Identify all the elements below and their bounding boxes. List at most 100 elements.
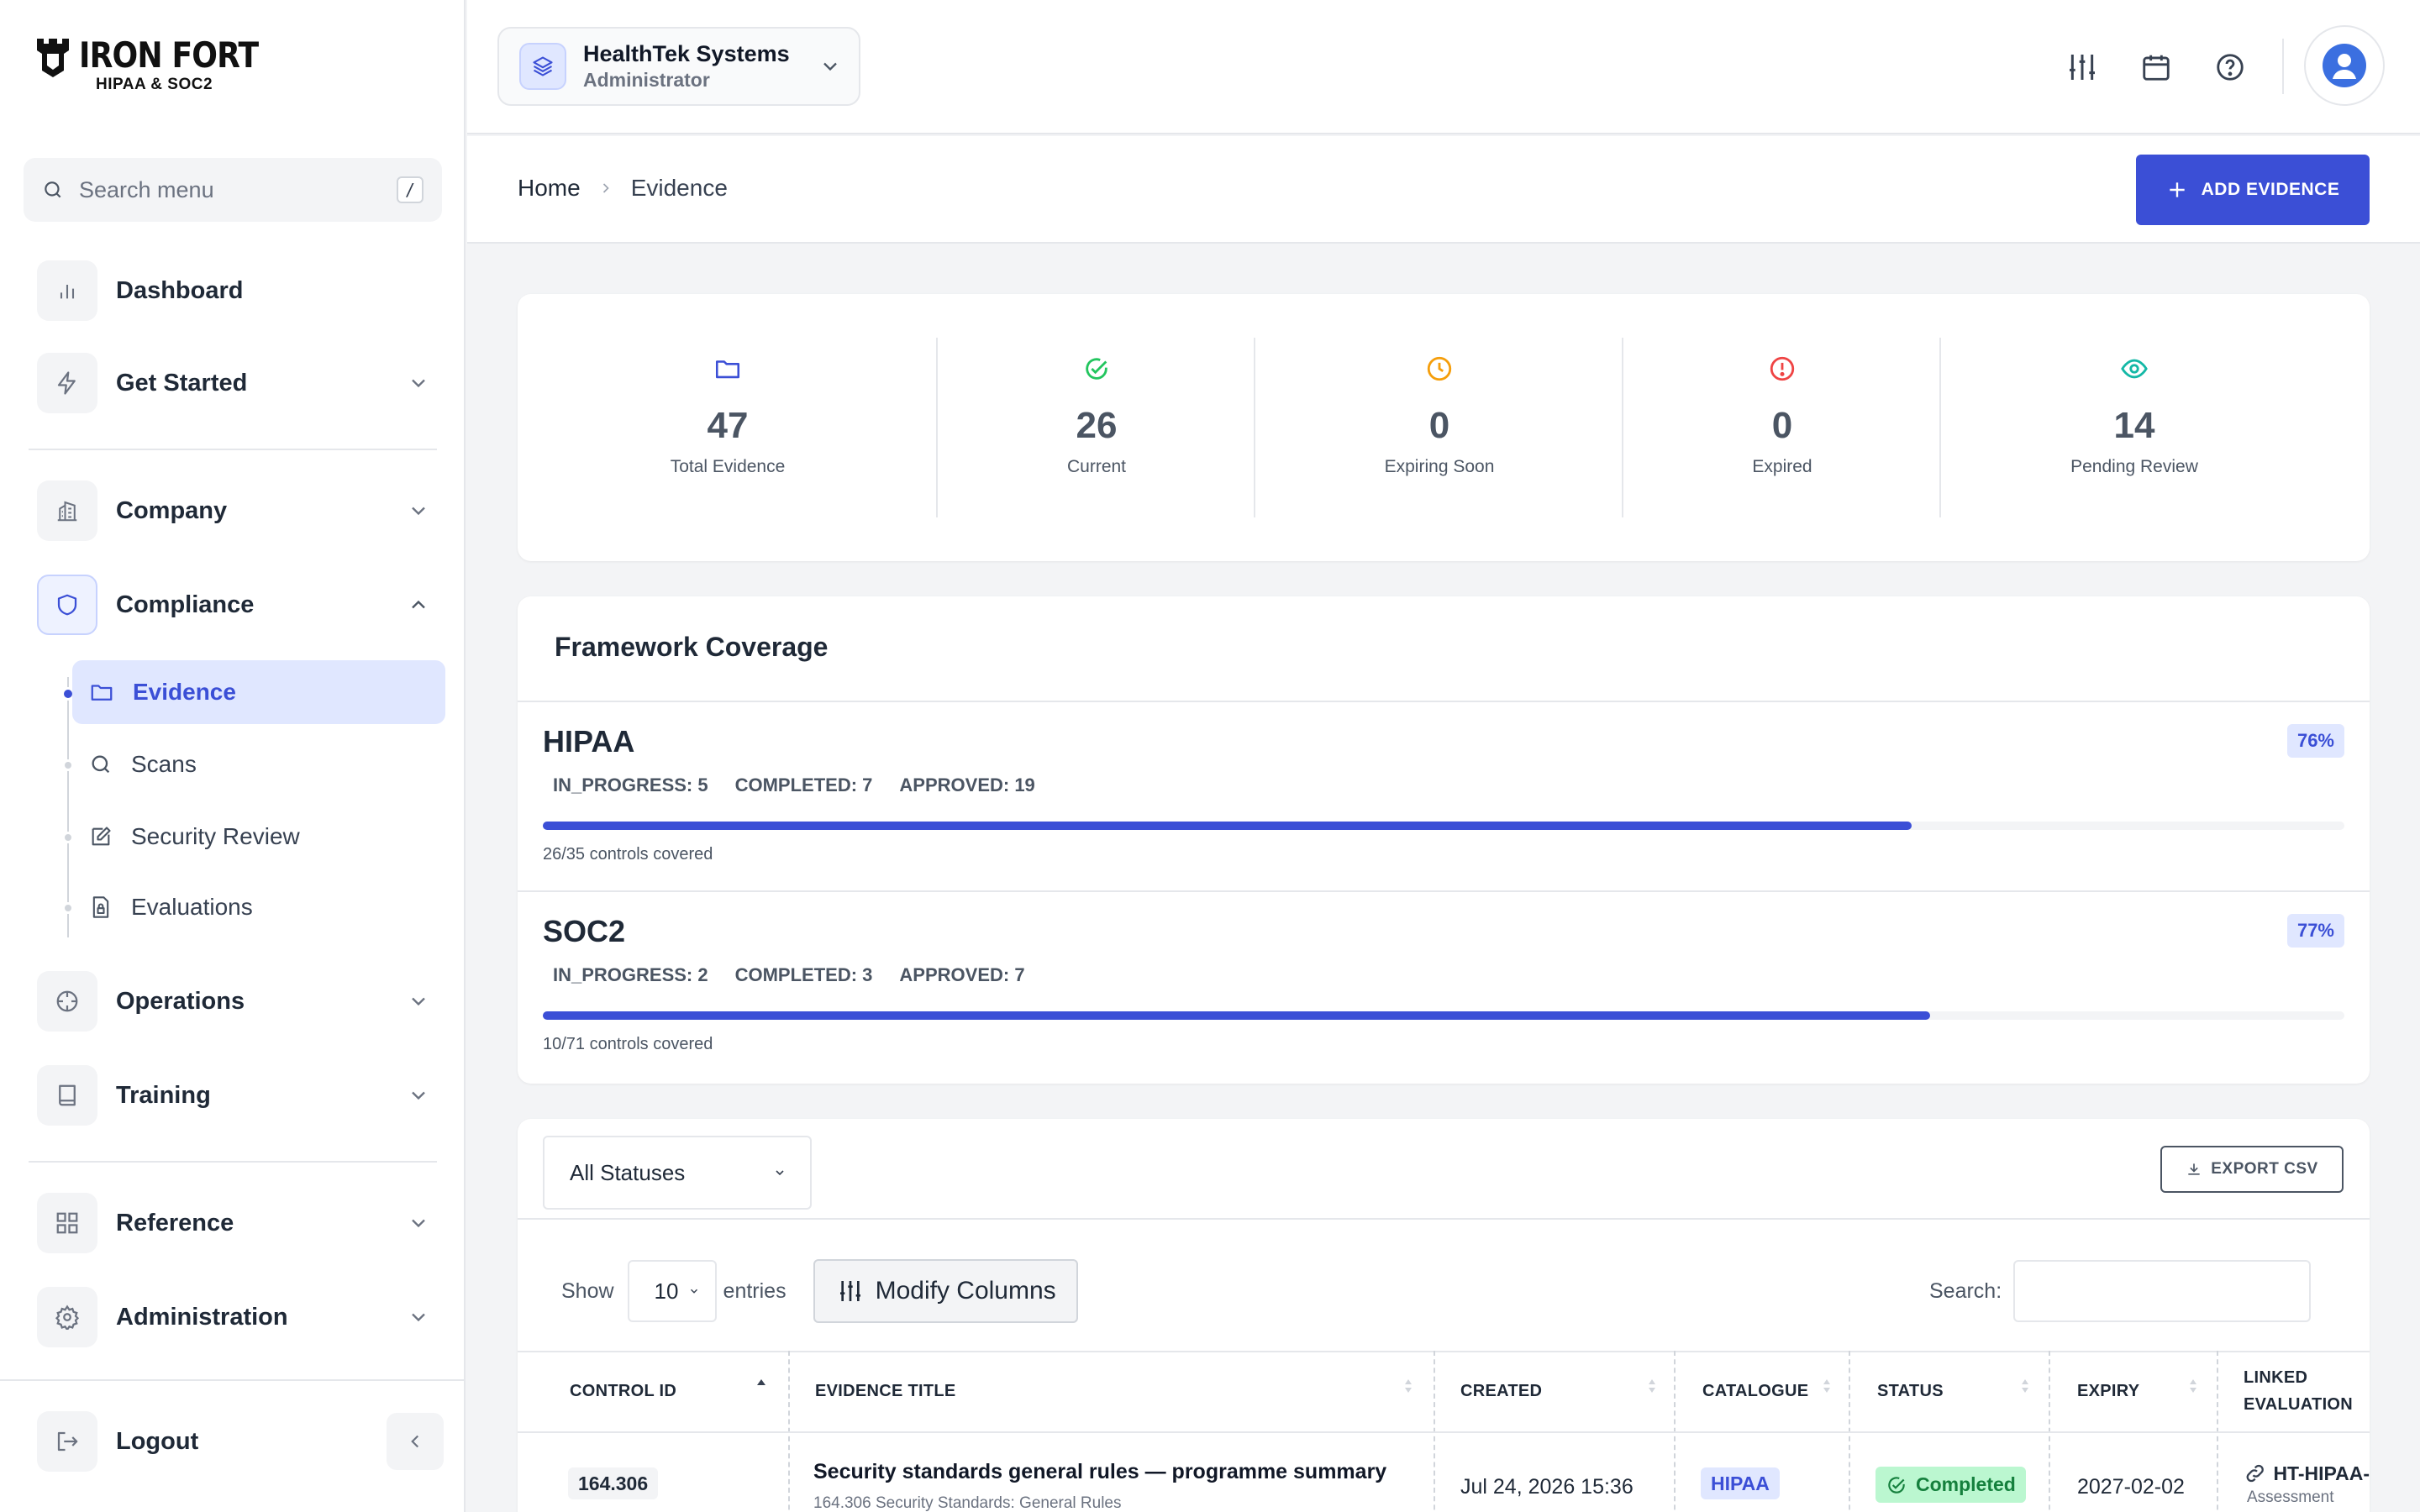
section-title: Framework Coverage [555,632,829,662]
shortcut-key: / [397,176,424,203]
edit-icon [92,827,111,846]
sidebar-item-operations[interactable]: Operations [37,971,442,1032]
brand-logo[interactable]: IRON FORT HIPAA & SOC2 [35,37,287,94]
stat-label: Expiring Soon [1384,457,1495,476]
stat-current: 26 Current [938,338,1255,517]
stat-label: Current [1066,457,1127,476]
building-icon [57,501,77,522]
sidebar-item-label: Company [116,496,228,524]
add-evidence-label: ADD EVIDENCE [2201,180,2340,199]
coverage-progress-fill [543,822,1912,830]
org-switcher[interactable]: HealthTek Systems Administrator [497,27,860,106]
sidebar-item-compliance[interactable]: Compliance [37,575,442,635]
eye-icon [2121,359,2148,379]
table-cell-evidence-title[interactable]: Security standards general rules — progr… [813,1460,1386,1512]
column-header-catalogue[interactable]: CATALOGUE [1702,1351,1808,1431]
sidebar-item-scans[interactable]: Scans [72,732,445,796]
stat-label: Pending Review [2070,457,2198,476]
collapse-sidebar-button[interactable] [387,1413,444,1470]
export-csv-button[interactable]: EXPORT CSV [2160,1146,2344,1193]
org-name: HealthTek Systems [583,41,790,66]
divider [518,1218,2370,1220]
stat-value: 0 [1428,405,1450,446]
nav-icon-wrap [37,1411,97,1472]
sidebar-item-logout[interactable]: Logout [37,1411,373,1472]
column-header-evidence-title[interactable]: EVIDENCE TITLE [815,1351,956,1431]
grid-icon [56,1212,78,1234]
check-circle-icon [1086,358,1107,380]
sidebar-item-administration[interactable]: Administration [37,1287,442,1347]
sidebar-item-dashboard[interactable]: Dashboard [37,260,442,321]
evidence-subtitle: 164.306 Security Standards: General Rule… [813,1494,1122,1512]
help-button[interactable] [2210,47,2250,87]
stat-expired: 0 Expired [1623,338,1941,517]
table-search: Search: [1929,1260,2312,1322]
chevron-down-icon [412,507,425,516]
column-header-linked-evaluation[interactable]: LINKED EVALUATION [2244,1351,2353,1431]
column-header-control-id[interactable]: CONTROL ID [570,1351,676,1431]
layers-icon [533,56,553,76]
status-filter-select[interactable]: All Statuses [543,1136,812,1210]
plus-icon [2169,182,2185,197]
divider [518,701,2370,702]
divider [29,449,437,450]
column-header-created[interactable]: CREATED [1460,1351,1542,1431]
completed-count: COMPLETED: 3 [734,964,873,985]
sort-icon [1405,1379,1412,1393]
file-lock-icon [92,896,109,918]
control-id-tag: 164.306 [568,1467,659,1499]
book-icon [59,1084,76,1106]
breadcrumb-current: Evidence [630,175,728,201]
brand-subtitle: HIPAA & SOC2 [96,76,213,93]
add-evidence-button[interactable]: ADD EVIDENCE [2136,155,2370,225]
sort-icon [1823,1379,1830,1393]
sliders-icon [839,1281,860,1301]
sidebar-item-evidence[interactable]: Evidence [72,660,445,724]
settings-sliders-button[interactable] [2062,47,2102,87]
sidebar-item-security-review[interactable]: Security Review [72,805,445,869]
brand-name: IRON FORT [79,34,259,76]
sidebar-item-evaluations[interactable]: Evaluations [72,875,445,939]
linked-evaluation-link[interactable]: HT-HIPAA- [2244,1462,2370,1485]
stat-label: Expired [1752,457,1812,476]
framework-hipaa: HIPAA 76% IN_PROGRESS: 5 COMPLETED: 7 AP… [543,724,2344,864]
folder-icon [91,685,113,701]
sidebar-item-label: Operations [116,987,245,1015]
sidebar-item-company[interactable]: Company [37,480,442,541]
sidebar-item-reference[interactable]: Reference [37,1193,442,1253]
calendar-button[interactable] [2136,47,2176,87]
sliders-icon [2070,55,2095,80]
approved-count: APPROVED: 19 [899,774,1035,795]
catalogue-tag: HIPAA [1701,1467,1780,1499]
user-avatar-icon [2333,54,2356,79]
stat-value: 14 [2113,405,2155,446]
framework-name: HIPAA [543,724,635,759]
stat-label: Total Evidence [670,457,786,476]
breadcrumb-home[interactable]: Home [518,175,581,202]
sidebar-item-get-started[interactable]: Get Started [37,353,442,413]
chevron-down-icon [823,62,837,71]
entries-label: entries [723,1278,786,1303]
nav-icon-wrap [37,1193,97,1253]
status-filter-value: All Statuses [570,1159,686,1185]
table-cell-control-id[interactable]: 164.306 [568,1467,659,1499]
table-cell-linked-evaluation[interactable]: HT-HIPAA- Assessment [2244,1462,2370,1507]
modify-columns-button[interactable]: Modify Columns [813,1259,1078,1323]
table-search-input[interactable] [2013,1260,2312,1322]
sidebar-item-label: Training [116,1081,211,1109]
shield-icon [57,594,77,616]
controls-covered: 26/35 controls covered [543,845,713,864]
divider [518,890,2370,892]
column-header-status[interactable]: STATUS [1877,1351,1944,1431]
framework-coverage: Framework Coverage HIPAA 76% IN_PROGRESS… [518,596,2370,1084]
column-header-expiry[interactable]: EXPIRY [2077,1351,2139,1431]
evidence-stats: 47 Total Evidence 26 Current 0 Expiring … [518,294,2370,561]
sidebar-item-training[interactable]: Training [37,1065,442,1126]
framework-name: SOC2 [543,914,626,948]
page-length-select[interactable]: 10 [627,1260,717,1322]
lightning-icon [57,371,76,395]
sidebar-search[interactable]: Search menu / [24,158,442,222]
user-menu-button[interactable] [2304,25,2385,106]
search-placeholder: Search menu [79,176,214,202]
divider [0,1379,466,1381]
